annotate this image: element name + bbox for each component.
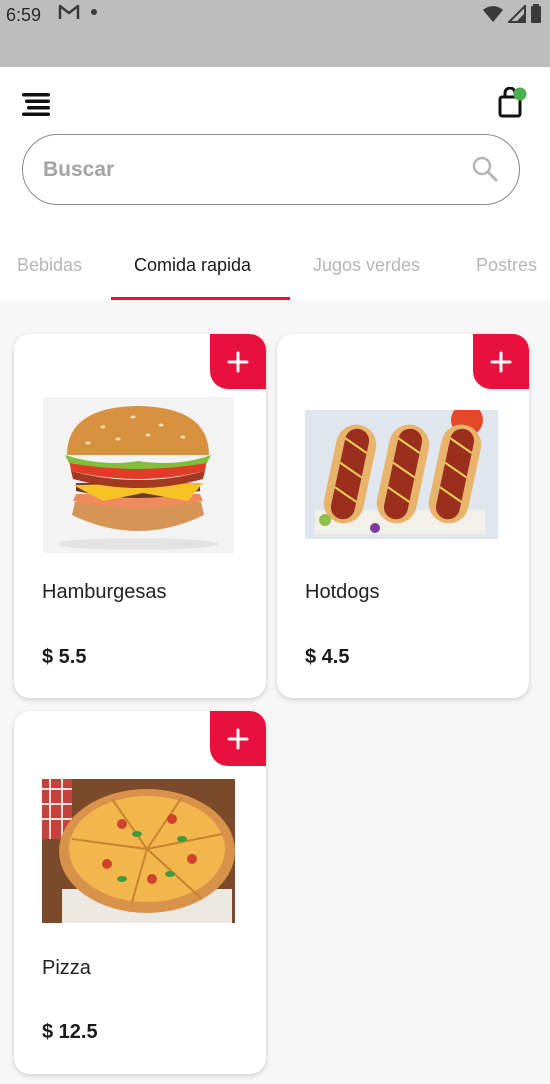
cart-badge	[513, 87, 527, 101]
plus-icon	[227, 728, 249, 749]
product-price: $ 4.5	[305, 646, 350, 668]
search-bar	[22, 134, 520, 205]
add-to-cart-button[interactable]	[473, 334, 529, 389]
tab-postres[interactable]: Postres	[476, 255, 537, 276]
tab-bebidas[interactable]: Bebidas	[17, 255, 82, 276]
search-input[interactable]	[43, 153, 463, 187]
tab-comida-rapida[interactable]: Comida rapida	[134, 255, 251, 276]
product-card[interactable]: Hamburgesas $ 5.5	[14, 334, 266, 698]
app-header: Bebidas Comida rapida Jugos verdes Postr…	[0, 67, 550, 300]
status-bar: 6:59	[0, 0, 550, 67]
product-name: Hotdogs	[305, 581, 380, 603]
product-name: Pizza	[42, 957, 91, 979]
add-to-cart-button[interactable]	[210, 334, 266, 389]
plus-icon	[490, 351, 512, 372]
dot-icon	[91, 9, 97, 15]
menu-icon	[22, 93, 50, 116]
product-price: $ 12.5	[42, 1021, 98, 1043]
battery-icon	[531, 4, 541, 23]
product-card[interactable]: Pizza $ 12.5	[14, 711, 266, 1074]
pizza-image	[42, 779, 235, 923]
hotdogs-image	[305, 410, 498, 539]
wifi-icon	[483, 6, 503, 22]
cart-button[interactable]	[496, 86, 528, 119]
plus-icon	[227, 351, 249, 372]
gmail-icon	[58, 4, 80, 19]
tab-jugos-verdes[interactable]: Jugos verdes	[313, 255, 420, 276]
product-price: $ 5.5	[42, 646, 87, 668]
active-tab-indicator	[111, 297, 290, 300]
burger-image	[43, 397, 234, 553]
category-tabs: Bebidas Comida rapida Jugos verdes Postr…	[0, 250, 550, 300]
menu-button[interactable]	[22, 92, 52, 118]
status-time: 6:59	[6, 5, 42, 25]
shopping-bag-icon	[498, 86, 527, 118]
product-card[interactable]: Hotdogs $ 4.5	[277, 334, 529, 698]
add-to-cart-button[interactable]	[210, 711, 266, 766]
signal-icon	[508, 5, 526, 23]
product-name: Hamburgesas	[42, 581, 167, 603]
search-icon[interactable]	[471, 155, 499, 183]
